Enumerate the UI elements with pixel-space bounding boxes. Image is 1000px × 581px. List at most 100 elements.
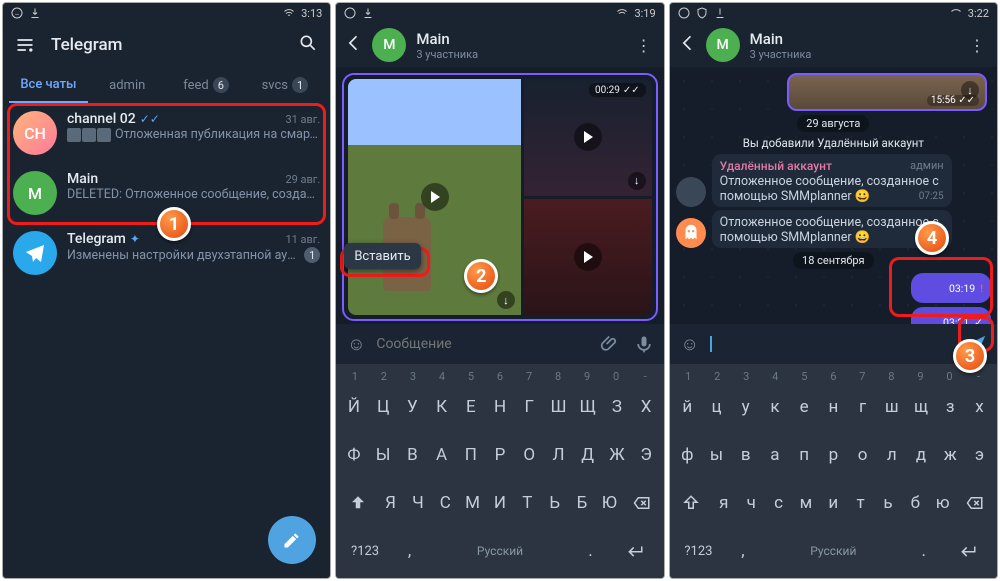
media-message[interactable]: 00:29✓✓ ↓ ↓ [342, 73, 657, 321]
key[interactable]: Л [545, 432, 572, 478]
key[interactable]: С [433, 480, 458, 526]
comma-key[interactable]: , [725, 528, 760, 574]
chat-title-area[interactable]: Main 3 участника [750, 30, 965, 61]
tab-admin[interactable]: admin [88, 67, 167, 103]
key[interactable]: К [428, 384, 455, 430]
keyboard[interactable]: 1234567890- ЙЦУКЕНГШЩЗХ ФЫВАПРОЛДЖЭ ЯЧСМ… [336, 364, 663, 578]
paste-popup[interactable]: Вставить [344, 243, 420, 269]
key[interactable]: Б [569, 480, 594, 526]
period-key[interactable]: . [906, 528, 941, 574]
key[interactable]: Ж [603, 432, 630, 478]
enter-key[interactable] [610, 528, 660, 574]
mic-icon[interactable] [630, 334, 658, 354]
key[interactable]: к [761, 384, 788, 430]
key[interactable]: ю [930, 480, 955, 526]
key[interactable]: Й [340, 384, 367, 430]
comma-key[interactable]: , [392, 528, 427, 574]
key[interactable]: О [516, 432, 543, 478]
key[interactable]: А [428, 432, 455, 478]
key[interactable]: л [878, 432, 905, 478]
incoming-message[interactable]: Удалённый аккаунтадмин Отложенное сообще… [676, 154, 991, 207]
key[interactable]: Г [516, 384, 543, 430]
key[interactable]: д [907, 432, 934, 478]
key[interactable]: Э [633, 432, 660, 478]
key[interactable]: Р [486, 432, 513, 478]
key[interactable]: е [791, 384, 818, 430]
key[interactable]: г [849, 384, 876, 430]
key[interactable]: н [820, 384, 847, 430]
search-icon[interactable] [298, 33, 318, 58]
key[interactable]: Е [457, 384, 484, 430]
shift-key[interactable] [674, 480, 710, 526]
key[interactable]: П [457, 432, 484, 478]
key[interactable]: й [674, 384, 701, 430]
period-key[interactable]: . [573, 528, 608, 574]
key[interactable]: Н [486, 384, 513, 430]
tab-svcs[interactable]: svcs 1 [245, 67, 324, 103]
numeric-key[interactable]: ?123 [674, 528, 724, 574]
menu-icon[interactable] [15, 35, 35, 55]
key[interactable]: Щ [574, 384, 601, 430]
keyboard[interactable]: 1234567890- йцукенгшщзх фывапролджэ ячсм… [670, 364, 997, 578]
key[interactable]: щ [907, 384, 934, 430]
key[interactable]: М [460, 480, 485, 526]
key[interactable]: Ч [405, 480, 430, 526]
enter-key[interactable] [943, 528, 993, 574]
key[interactable]: а [761, 432, 788, 478]
back-icon[interactable] [344, 33, 372, 57]
emoji-icon[interactable]: ☺ [342, 334, 370, 355]
key[interactable]: ш [878, 384, 905, 430]
key[interactable]: я [711, 480, 736, 526]
key[interactable]: з [937, 384, 964, 430]
key[interactable]: т [848, 480, 873, 526]
back-icon[interactable] [678, 33, 706, 57]
key[interactable]: ь [875, 480, 900, 526]
chat-title-area[interactable]: Main 3 участника [416, 30, 631, 61]
video-thumb[interactable] [524, 199, 652, 316]
backspace-key[interactable] [624, 480, 660, 526]
message-input[interactable] [376, 336, 589, 352]
key[interactable]: Ц [370, 384, 397, 430]
message-input[interactable] [710, 336, 957, 352]
key[interactable]: Я [378, 480, 403, 526]
key[interactable]: У [399, 384, 426, 430]
key[interactable]: З [603, 384, 630, 430]
more-icon[interactable]: ⋮ [965, 36, 989, 55]
key[interactable]: Х [633, 384, 660, 430]
key[interactable]: ф [674, 432, 701, 478]
key[interactable]: с [766, 480, 791, 526]
key[interactable]: ц [703, 384, 730, 430]
key[interactable]: п [791, 432, 818, 478]
media-message[interactable]: ↓ 15:56 ✓✓ [787, 73, 987, 111]
key[interactable]: ж [937, 432, 964, 478]
tab-feed[interactable]: feed 6 [167, 67, 246, 103]
key[interactable]: Ь [542, 480, 567, 526]
key[interactable]: ч [739, 480, 764, 526]
key[interactable]: о [849, 432, 876, 478]
tab-all-chats[interactable]: Все чаты [9, 67, 88, 103]
numeric-key[interactable]: ?123 [340, 528, 390, 574]
more-icon[interactable]: ⋮ [632, 36, 656, 55]
chat-avatar[interactable]: M [706, 28, 740, 62]
key[interactable]: Ш [545, 384, 572, 430]
key[interactable]: м [793, 480, 818, 526]
compose-fab[interactable] [268, 516, 316, 564]
key[interactable]: Ы [370, 432, 397, 478]
chat-avatar[interactable]: M [372, 28, 406, 62]
key[interactable]: И [487, 480, 512, 526]
key[interactable]: р [820, 432, 847, 478]
key[interactable]: Д [574, 432, 601, 478]
key[interactable]: б [903, 480, 928, 526]
key[interactable]: ы [703, 432, 730, 478]
space-key[interactable]: Русский [763, 528, 905, 574]
key[interactable]: В [399, 432, 426, 478]
key[interactable]: х [966, 384, 993, 430]
key[interactable]: Ф [340, 432, 367, 478]
key[interactable]: Т [515, 480, 540, 526]
key[interactable]: в [732, 432, 759, 478]
backspace-key[interactable] [957, 480, 993, 526]
key[interactable]: Ю [597, 480, 622, 526]
key[interactable]: и [821, 480, 846, 526]
attach-icon[interactable] [596, 334, 624, 354]
emoji-icon[interactable]: ☺ [676, 334, 704, 355]
